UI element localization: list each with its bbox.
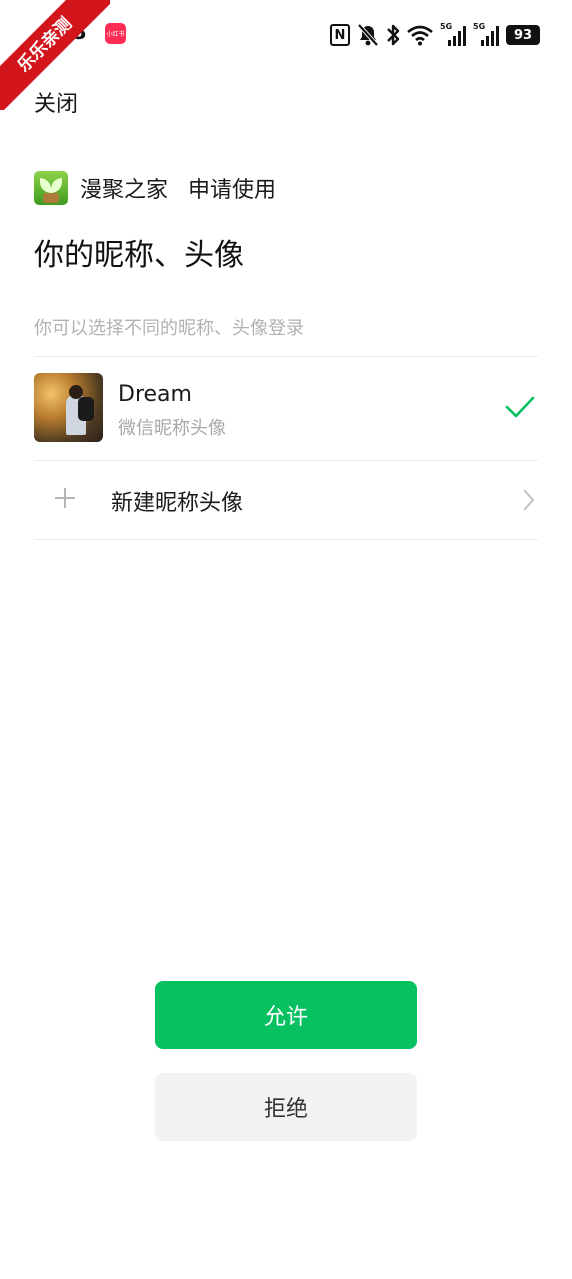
app-name: 漫聚之家 bbox=[80, 178, 169, 203]
close-button[interactable]: 关闭 bbox=[34, 86, 78, 118]
page-title: 你的昵称、头像 bbox=[34, 238, 244, 273]
deny-button[interactable]: 拒绝 bbox=[155, 1073, 417, 1141]
check-icon bbox=[505, 396, 535, 418]
hint-text: 你可以选择不同的昵称、头像登录 bbox=[34, 318, 304, 339]
allow-button[interactable]: 允许 bbox=[155, 981, 417, 1049]
wifi-icon bbox=[407, 25, 433, 46]
profile-subtitle: 微信昵称头像 bbox=[118, 418, 226, 439]
avatar bbox=[34, 373, 103, 442]
bluetooth-icon bbox=[387, 24, 400, 46]
divider bbox=[34, 539, 538, 540]
battery-icon: 93 bbox=[506, 25, 540, 45]
chevron-right-icon bbox=[524, 490, 534, 510]
app-logo bbox=[34, 171, 68, 205]
request-text: 申请使用 bbox=[188, 178, 277, 203]
nfc-icon: N bbox=[330, 24, 350, 46]
signal-icon: 5G bbox=[440, 22, 466, 46]
mute-bell-icon bbox=[357, 23, 379, 47]
status-icons: N 5G 5G 93 bbox=[330, 22, 540, 48]
app-info: 漫聚之家 申请使用 bbox=[34, 170, 276, 206]
divider bbox=[34, 356, 538, 357]
signal-icon: 5G bbox=[473, 22, 499, 46]
profile-name: Dream bbox=[118, 382, 192, 407]
new-profile-option[interactable]: 新建昵称头像 bbox=[34, 461, 538, 539]
new-profile-label: 新建昵称头像 bbox=[111, 491, 244, 516]
plus-icon bbox=[55, 488, 75, 508]
profile-option[interactable]: Dream 微信昵称头像 bbox=[34, 358, 538, 460]
